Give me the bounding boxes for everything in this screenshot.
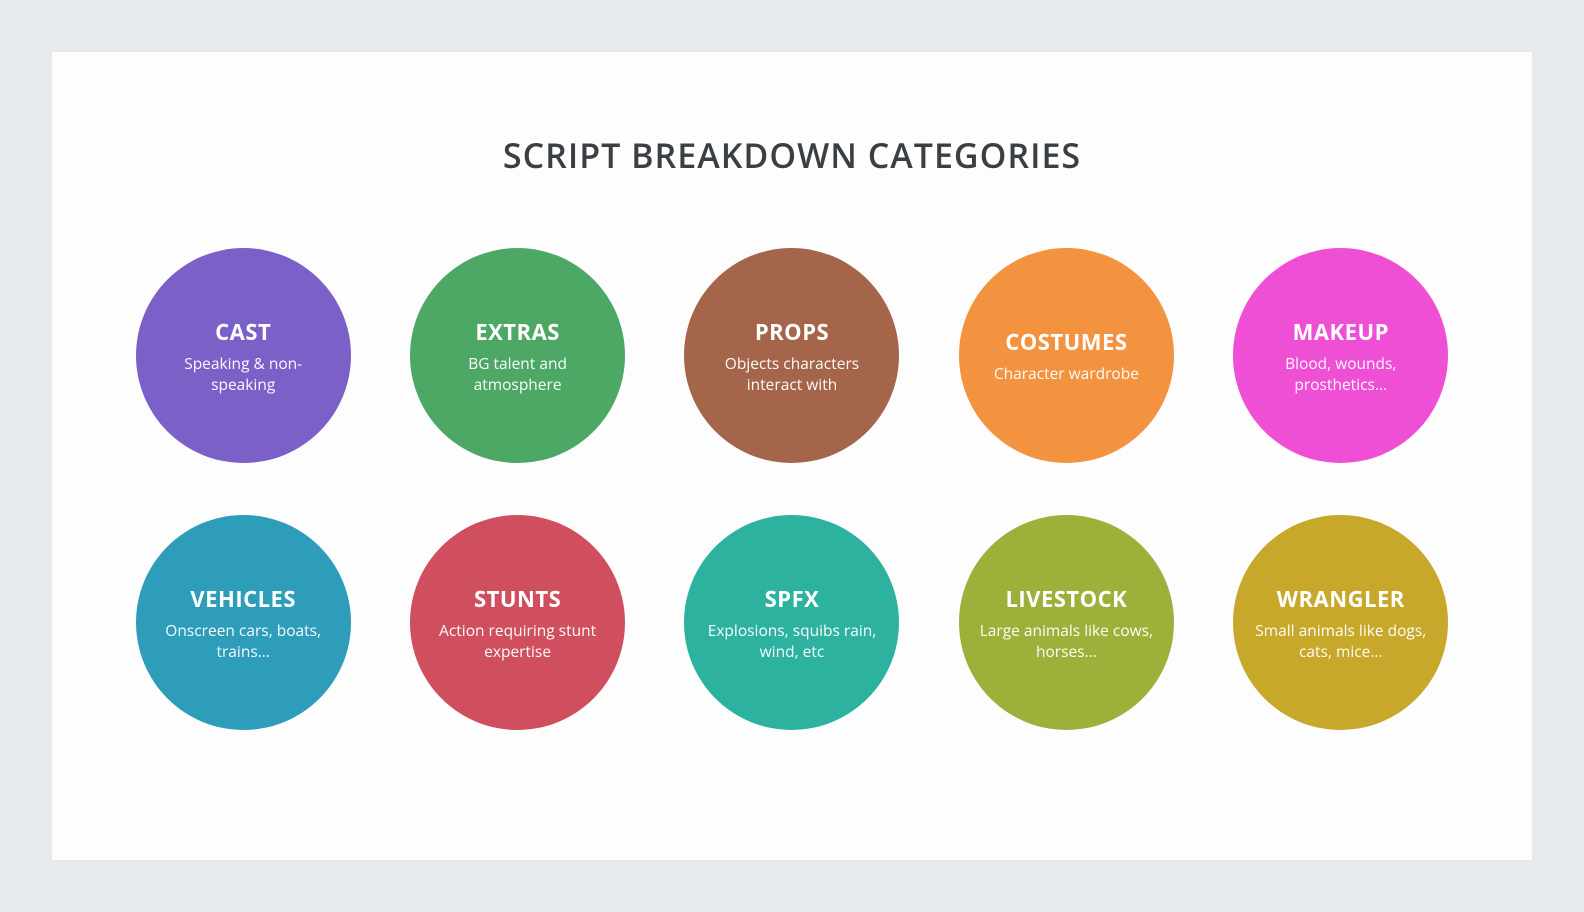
category-desc: Action requiring stunt expertise	[430, 620, 605, 660]
category-title: WRANGLER	[1277, 584, 1405, 614]
category-desc: Explosions, squibs rain, wind, etc	[704, 620, 879, 660]
category-title: SPFX	[765, 584, 820, 614]
category-desc: Onscreen cars, boats, trains...	[156, 620, 331, 660]
category-circle: WRANGLER Small animals like dogs, cats, m…	[1233, 515, 1448, 730]
category-circle: COSTUMES Character wardrobe	[959, 248, 1174, 463]
category-title: VEHICLES	[190, 584, 296, 614]
category-title: MAKEUP	[1293, 317, 1389, 347]
category-title: PROPS	[755, 317, 829, 347]
category-desc: BG talent and atmosphere	[430, 353, 605, 393]
category-circle: EXTRAS BG talent and atmosphere	[410, 248, 625, 463]
category-desc: Character wardrobe	[994, 363, 1139, 383]
card: SCRIPT BREAKDOWN CATEGORIES CAST Speaking…	[52, 52, 1532, 860]
category-circle: LIVESTOCK Large animals like cows, horses…	[959, 515, 1174, 730]
page-title: SCRIPT BREAKDOWN CATEGORIES	[503, 132, 1081, 178]
category-circle: MAKEUP Blood, wounds, prosthetics...	[1233, 248, 1448, 463]
category-circle: PROPS Objects characters interact with	[684, 248, 899, 463]
category-title: EXTRAS	[475, 317, 560, 347]
category-desc: Speaking & non-speaking	[156, 353, 331, 393]
category-desc: Blood, wounds, prosthetics...	[1253, 353, 1428, 393]
category-circle: STUNTS Action requiring stunt expertise	[410, 515, 625, 730]
category-title: LIVESTOCK	[1005, 584, 1127, 614]
category-circle: CAST Speaking & non-speaking	[136, 248, 351, 463]
category-desc: Large animals like cows, horses...	[979, 620, 1154, 660]
category-title: STUNTS	[474, 584, 561, 614]
category-desc: Small animals like dogs, cats, mice...	[1253, 620, 1428, 660]
categories-grid: CAST Speaking & non-speaking EXTRAS BG tale…	[132, 248, 1452, 730]
category-circle: VEHICLES Onscreen cars, boats, trains...	[136, 515, 351, 730]
category-desc: Objects characters interact with	[704, 353, 879, 393]
category-title: CAST	[215, 317, 271, 347]
category-title: COSTUMES	[1005, 327, 1127, 357]
category-circle: SPFX Explosions, squibs rain, wind, etc	[684, 515, 899, 730]
